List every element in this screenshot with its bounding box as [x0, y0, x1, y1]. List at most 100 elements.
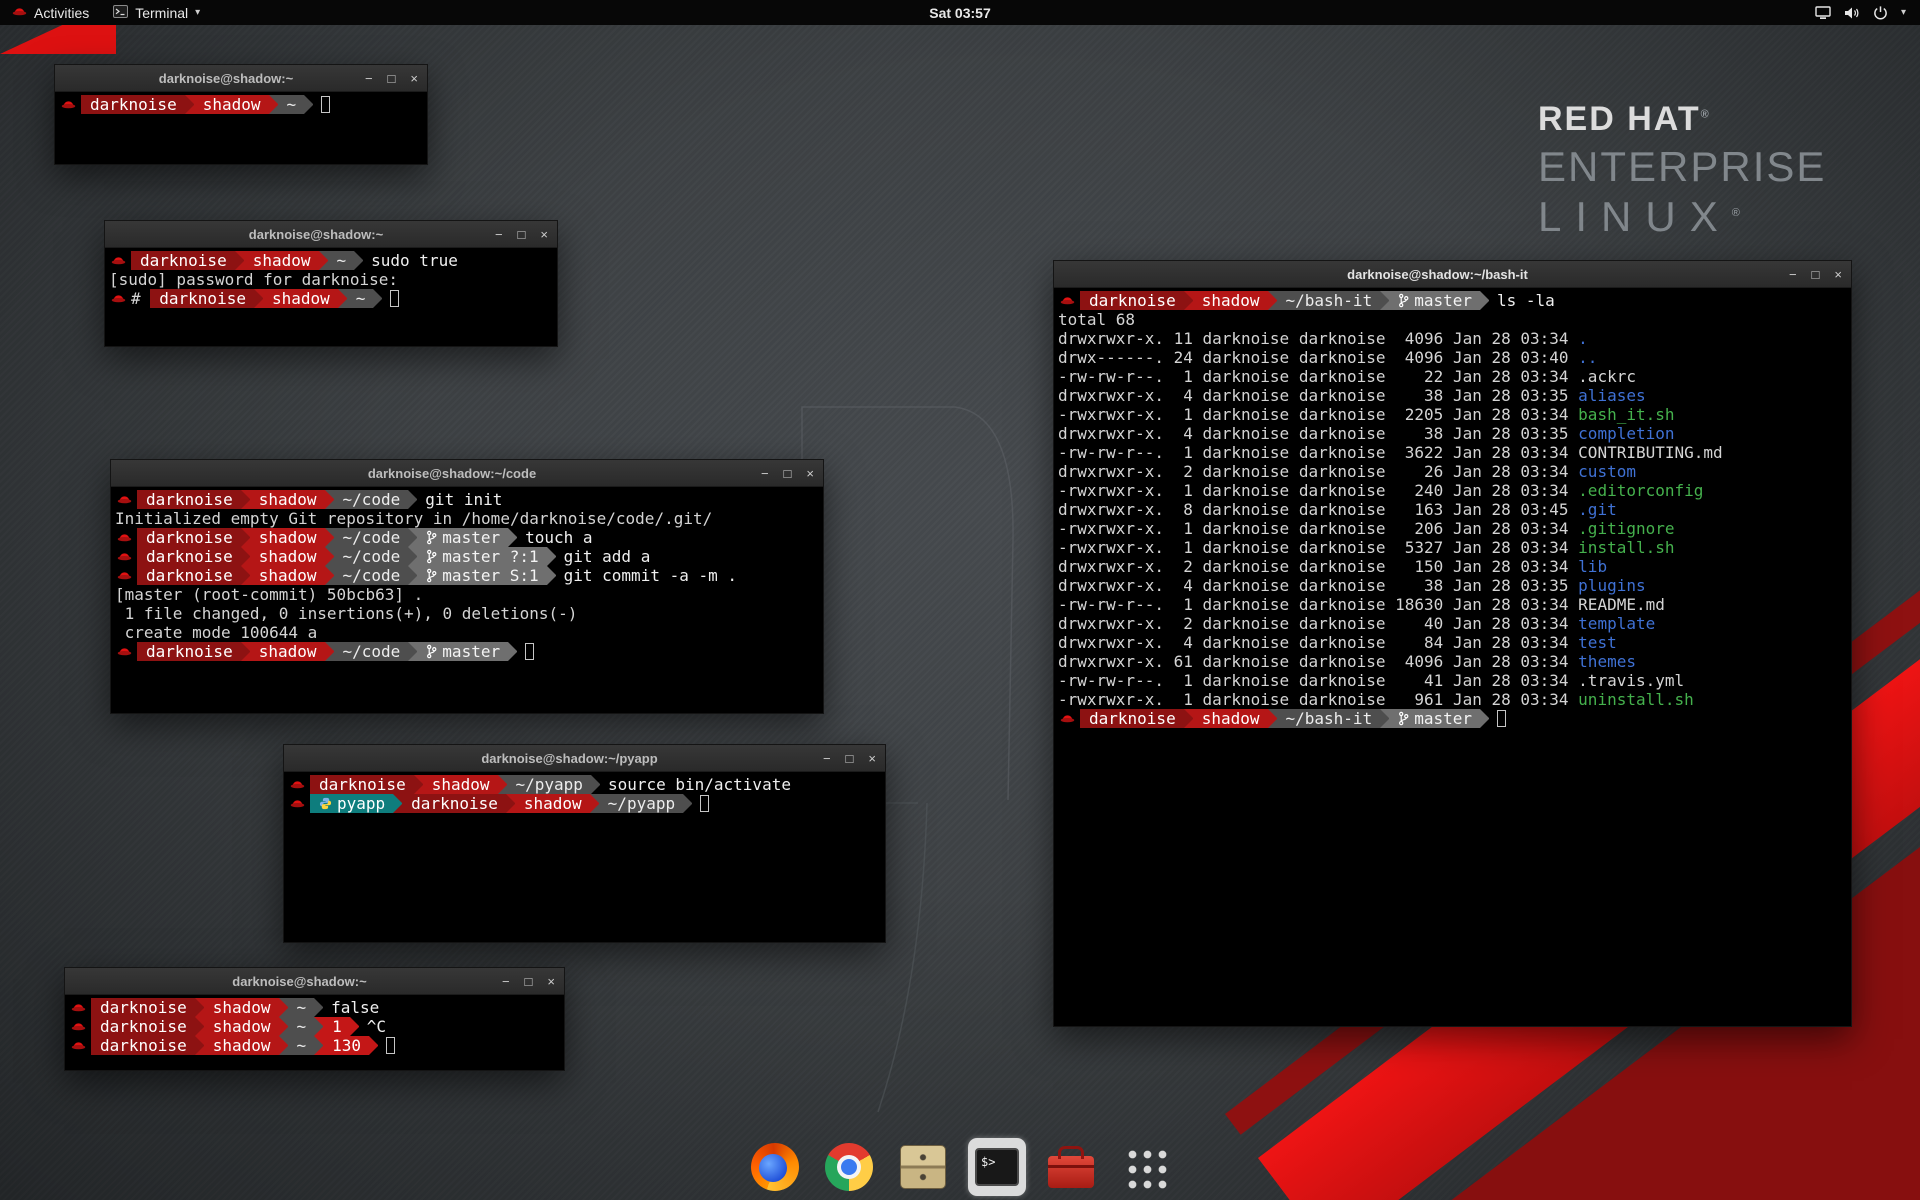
brand-line-linux: LINUX® — [1538, 193, 1826, 241]
close-button[interactable]: × — [410, 72, 418, 85]
redhat-icon — [290, 796, 305, 811]
titlebar[interactable]: darknoise@shadow:~ − □ × — [105, 221, 557, 248]
status-area[interactable]: ▾ — [1815, 0, 1920, 25]
prompt-segment-host: shadow — [250, 642, 325, 661]
activities-button[interactable]: Activities — [0, 0, 101, 25]
powerline-arrow — [408, 642, 417, 661]
segment-text: darknoise — [146, 642, 233, 661]
python-icon — [319, 797, 332, 810]
output-text: -rwxrwxr-x. 1 darknoise darknoise 961 Ja… — [1058, 690, 1578, 709]
terminal-content[interactable]: darknoiseshadow~/pyappsource bin/activat… — [284, 772, 885, 942]
powerline-arrow — [195, 998, 204, 1017]
powerline-arrow — [547, 547, 556, 566]
output-text: plugins — [1578, 576, 1645, 595]
segment-text: shadow — [203, 95, 261, 114]
redhat-icon — [290, 777, 305, 792]
minimize-button[interactable]: − — [365, 72, 373, 85]
terminal-content[interactable]: darknoiseshadow~sudo true[sudo] password… — [105, 248, 557, 346]
output-text: drwxrwxr-x. 11 darknoise darknoise 4096 … — [1058, 329, 1578, 348]
maximize-button[interactable]: □ — [525, 975, 533, 988]
powerline-arrow — [408, 528, 417, 547]
maximize-button[interactable]: □ — [518, 228, 526, 241]
close-button[interactable]: × — [868, 752, 876, 765]
segment-text: ~/pyapp — [516, 775, 583, 794]
close-button[interactable]: × — [1834, 268, 1842, 281]
output-text: aliases — [1578, 386, 1645, 405]
segment-text: 1 — [332, 1017, 342, 1036]
output-text: -rw-rw-r--. 1 darknoise darknoise 22 Jan… — [1058, 367, 1578, 386]
powerline-arrow — [241, 547, 250, 566]
minimize-button[interactable]: − — [495, 228, 503, 241]
segment-text: ~ — [297, 1017, 307, 1036]
terminal-line: drwxrwxr-x. 61 darknoise darknoise 4096 … — [1058, 652, 1847, 671]
files-logo — [900, 1145, 946, 1189]
close-button[interactable]: × — [540, 228, 548, 241]
terminal-content[interactable]: darknoiseshadow~ — [55, 92, 427, 164]
firefox-icon[interactable] — [746, 1138, 804, 1196]
titlebar[interactable]: darknoise@shadow:~/bash-it − □ × — [1054, 261, 1851, 288]
minimize-button[interactable]: − — [1789, 268, 1797, 281]
titlebar[interactable]: darknoise@shadow:~ − □ × — [55, 65, 427, 92]
maximize-button[interactable]: □ — [388, 72, 396, 85]
terminal-content[interactable]: darknoiseshadow~/codegit initInitialized… — [111, 487, 823, 713]
prompt-segment-user: darknoise — [402, 794, 506, 813]
close-button[interactable]: × — [806, 467, 814, 480]
window-title: darknoise@shadow:~ — [145, 227, 487, 242]
powerline-arrow — [314, 1017, 323, 1036]
app-grid-icon[interactable] — [1116, 1138, 1174, 1196]
titlebar[interactable]: darknoise@shadow:~/code − □ × — [111, 460, 823, 487]
chevron-down-icon: ▾ — [1901, 7, 1906, 18]
prompt-segment-git: master — [417, 642, 508, 661]
clock[interactable]: Sat 03:57 — [929, 5, 990, 21]
google-chrome-icon[interactable] — [820, 1138, 878, 1196]
terminal-window-pyapp: darknoise@shadow:~/pyapp − □ × darknoise… — [283, 744, 886, 943]
titlebar[interactable]: darknoise@shadow:~/pyapp − □ × — [284, 745, 885, 772]
powerline-arrow — [325, 528, 334, 547]
dock: $> — [746, 1138, 1174, 1196]
maximize-button[interactable]: □ — [1812, 268, 1820, 281]
terminal-cursor — [525, 643, 534, 660]
segment-text: darknoise — [319, 775, 406, 794]
app-grid-dots — [1123, 1145, 1168, 1190]
maximize-button[interactable]: □ — [784, 467, 792, 480]
minimize-button[interactable]: − — [761, 467, 769, 480]
powerline-arrow — [325, 547, 334, 566]
redhat-icon — [1060, 293, 1075, 308]
powerline-arrow — [1184, 709, 1193, 728]
powerline-arrow — [373, 289, 382, 308]
terminal-content[interactable]: darknoiseshadow~falsedarknoiseshadow~1^C… — [65, 995, 564, 1070]
output-text: lib — [1578, 557, 1607, 576]
terminal-line: -rw-rw-r--. 1 darknoise darknoise 41 Jan… — [1058, 671, 1847, 690]
output-text: CONTRIBUTING.md — [1578, 443, 1723, 462]
powerline-arrow — [325, 490, 334, 509]
maximize-button[interactable]: □ — [846, 752, 854, 765]
toolbox-icon[interactable] — [1042, 1138, 1100, 1196]
minimize-button[interactable]: − — [823, 752, 831, 765]
terminal-line: drwxrwxr-x. 11 darknoise darknoise 4096 … — [1058, 329, 1847, 348]
prompt-segment-user: darknoise — [131, 251, 235, 270]
app-menu-terminal[interactable]: Terminal ▾ — [103, 0, 210, 25]
segment-text: shadow — [432, 775, 490, 794]
prompt-segment-user: darknoise — [137, 490, 241, 509]
volume-icon — [1844, 6, 1860, 20]
titlebar[interactable]: darknoise@shadow:~ − □ × — [65, 968, 564, 995]
prompt-segment-host: shadow — [204, 998, 279, 1017]
minimize-button[interactable]: − — [502, 975, 510, 988]
close-button[interactable]: × — [547, 975, 555, 988]
terminal-line: -rw-rw-r--. 1 darknoise darknoise 18630 … — [1058, 595, 1847, 614]
prompt-segment-user: darknoise — [1080, 291, 1184, 310]
powerline-arrow — [1480, 709, 1489, 728]
activities-label: Activities — [34, 5, 89, 21]
terminal-line: darknoiseshadow~/bash-itmaster — [1058, 709, 1847, 728]
files-icon[interactable] — [894, 1138, 952, 1196]
command-text: git commit -a -m . — [564, 566, 737, 585]
segment-text: shadow — [1202, 709, 1260, 728]
output-text: total 68 — [1058, 310, 1135, 329]
branch-icon — [426, 530, 437, 545]
terminal-icon[interactable]: $> — [968, 1138, 1026, 1196]
output-text: drwxrwxr-x. 2 darknoise darknoise 26 Jan… — [1058, 462, 1578, 481]
prompt-segment-path: ~/code — [334, 642, 409, 661]
terminal-content[interactable]: darknoiseshadow~/bash-itmasterls -latota… — [1054, 288, 1851, 1026]
segment-text: ~/bash-it — [1286, 291, 1373, 310]
terminal-line: drwx------. 24 darknoise darknoise 4096 … — [1058, 348, 1847, 367]
